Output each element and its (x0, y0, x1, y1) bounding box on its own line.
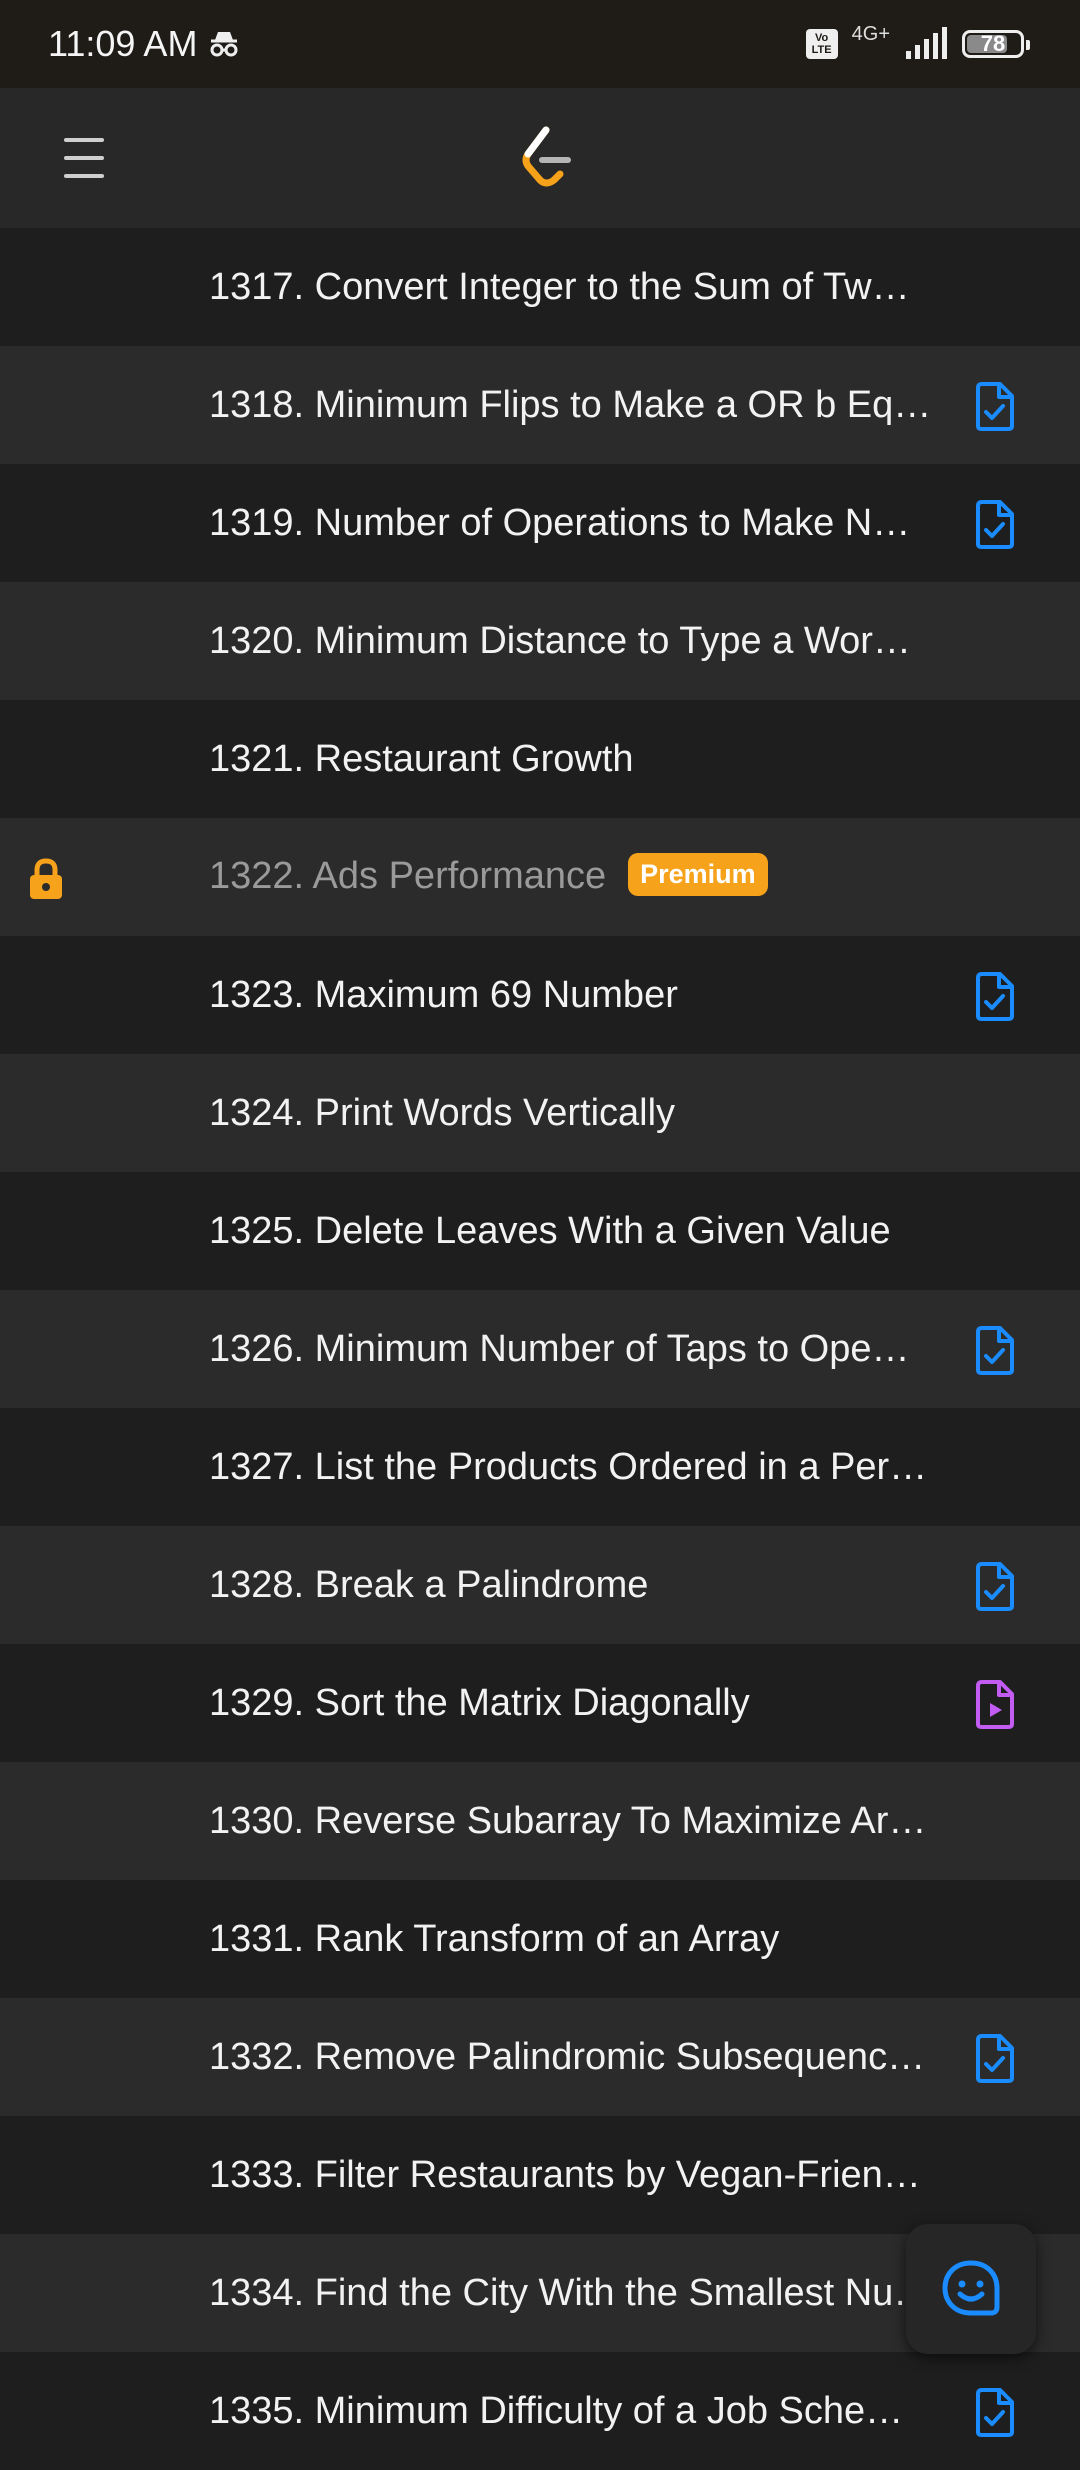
solution-check-icon[interactable] (972, 1324, 1018, 1376)
video-solution-icon[interactable] (972, 1678, 1018, 1730)
problem-row[interactable]: 1323. Maximum 69 Number (0, 936, 1080, 1054)
problem-title: 1335. Minimum Difficulty of a Job Sche… (209, 2389, 904, 2432)
problem-list[interactable]: 1317. Convert Integer to the Sum of Tw… 1… (0, 228, 1080, 2470)
problem-row[interactable]: 1326. Minimum Number of Taps to Ope… (0, 1290, 1080, 1408)
problem-title: 1320. Minimum Distance to Type a Wor… (209, 619, 911, 662)
problem-row[interactable]: 1317. Convert Integer to the Sum of Tw… (0, 228, 1080, 346)
problem-title: 1321. Restaurant Growth (209, 737, 634, 780)
problem-row[interactable]: 1321. Restaurant Growth (0, 700, 1080, 818)
problem-title: 1326. Minimum Number of Taps to Ope… (209, 1327, 910, 1370)
problem-row[interactable]: 1330. Reverse Subarray To Maximize Ar… (0, 1762, 1080, 1880)
problem-row[interactable]: 1327. List the Products Ordered in a Per… (0, 1408, 1080, 1526)
solution-check-icon[interactable] (972, 2032, 1018, 2084)
problem-title: 1317. Convert Integer to the Sum of Tw… (209, 265, 910, 308)
feedback-fab[interactable] (906, 2224, 1036, 2354)
problem-title: 1332. Remove Palindromic Subsequenc… (209, 2035, 926, 2078)
problem-row[interactable]: 1318. Minimum Flips to Make a OR b Eq… (0, 346, 1080, 464)
problem-title: 1318. Minimum Flips to Make a OR b Eq… (209, 383, 932, 426)
problem-row[interactable]: 1319. Number of Operations to Make N… (0, 464, 1080, 582)
problem-row[interactable]: 1335. Minimum Difficulty of a Job Sche… (0, 2352, 1080, 2470)
problem-row[interactable]: 1331. Rank Transform of an Array (0, 1880, 1080, 1998)
network-type: 4G+ (851, 22, 890, 45)
problem-title: 1330. Reverse Subarray To Maximize Ar… (209, 1799, 927, 1842)
problem-row[interactable]: 1322. Ads Performance Premium (0, 818, 1080, 936)
leetcode-logo[interactable] (516, 124, 576, 192)
problem-row[interactable]: 1329. Sort the Matrix Diagonally (0, 1644, 1080, 1762)
volte-icon: Vo LTE (805, 29, 838, 59)
problem-row[interactable]: 1332. Remove Palindromic Subsequenc… (0, 1998, 1080, 2116)
problem-title: 1327. List the Products Ordered in a Per… (209, 1445, 928, 1488)
problem-title: 1328. Break a Palindrome (209, 1563, 649, 1606)
solution-check-icon[interactable] (972, 498, 1018, 550)
problem-row[interactable]: 1333. Filter Restaurants by Vegan-Frien… (0, 2116, 1080, 2234)
incognito-icon (210, 32, 238, 57)
solution-check-icon[interactable] (972, 2386, 1018, 2438)
problem-title: 1322. Ads Performance Premium (209, 853, 768, 899)
problem-title: 1319. Number of Operations to Make N… (209, 501, 911, 544)
problem-row[interactable]: 1324. Print Words Vertically (0, 1054, 1080, 1172)
problem-title: 1323. Maximum 69 Number (209, 973, 678, 1016)
app-bar (0, 88, 1080, 228)
problem-row[interactable]: 1328. Break a Palindrome (0, 1526, 1080, 1644)
premium-badge: Premium (628, 853, 768, 897)
status-bar: 11:09 AM Vo LTE 4G+ 78 (0, 0, 1080, 88)
solution-check-icon[interactable] (972, 1560, 1018, 1612)
hamburger-menu-button[interactable] (60, 134, 108, 182)
problem-title: 1329. Sort the Matrix Diagonally (209, 1681, 750, 1724)
problem-title: 1333. Filter Restaurants by Vegan-Frien… (209, 2153, 921, 2196)
problem-row[interactable]: 1320. Minimum Distance to Type a Wor… (0, 582, 1080, 700)
problem-row[interactable]: 1325. Delete Leaves With a Given Value (0, 1172, 1080, 1290)
solution-check-icon[interactable] (972, 970, 1018, 1022)
problem-title: 1324. Print Words Vertically (209, 1091, 676, 1134)
problem-title: 1325. Delete Leaves With a Given Value (209, 1209, 891, 1252)
solution-check-icon[interactable] (972, 380, 1018, 432)
smiley-feedback-icon (942, 2260, 1000, 2316)
battery-level: 78 (980, 31, 1006, 56)
battery-icon: 78 (962, 30, 1030, 58)
lock-icon (30, 858, 62, 899)
problem-title: 1331. Rank Transform of an Array (209, 1917, 780, 1960)
status-time: 11:09 AM (48, 23, 198, 64)
problem-title: 1334. Find the City With the Smallest Nu… (209, 2271, 932, 2314)
signal-icon (906, 27, 947, 59)
